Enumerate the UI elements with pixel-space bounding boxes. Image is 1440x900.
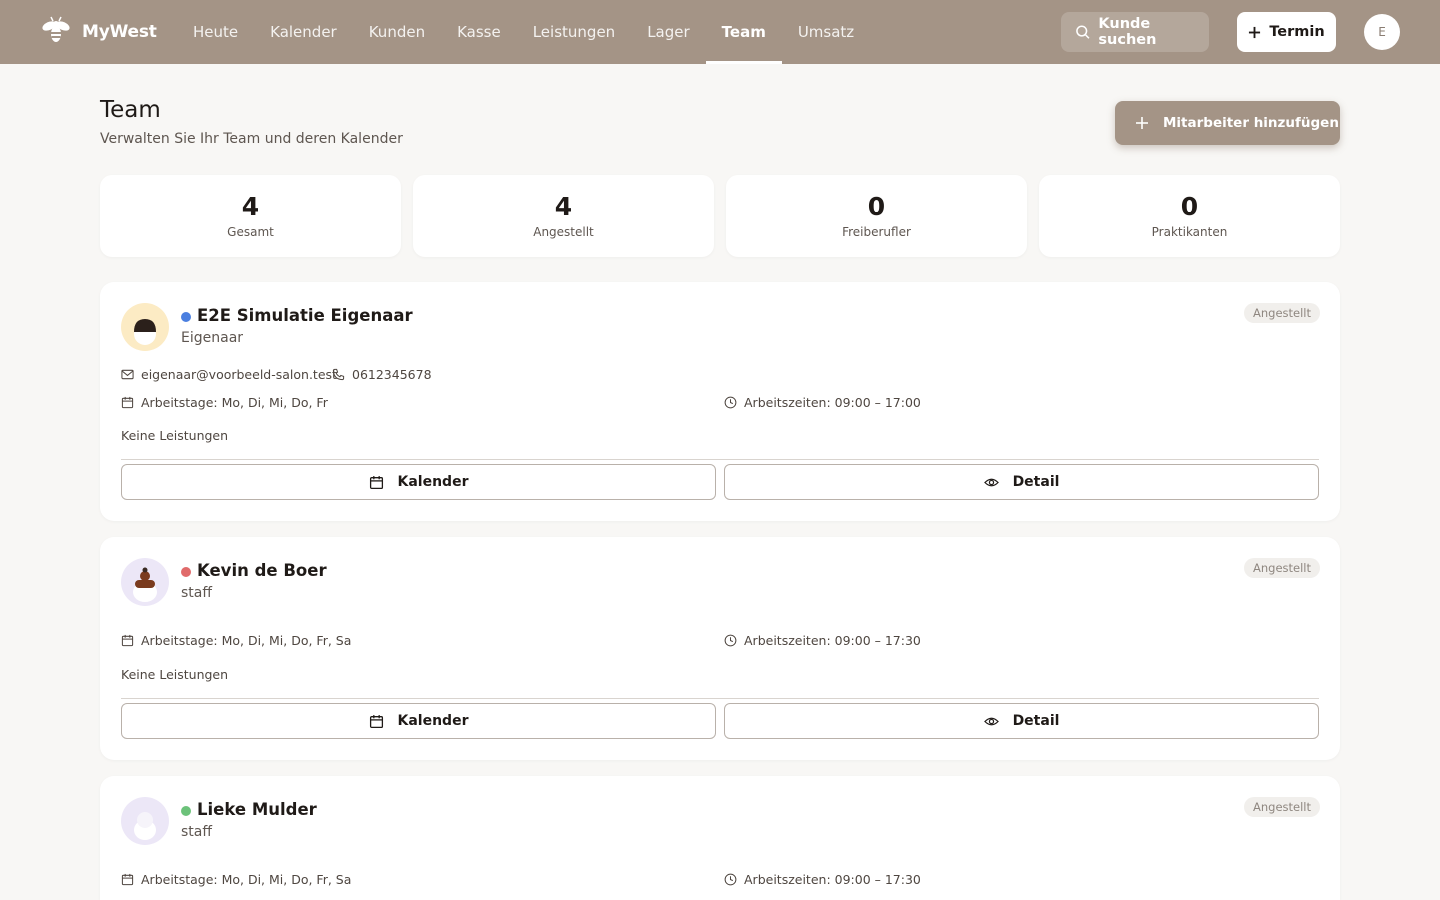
plus-icon xyxy=(1249,26,1261,38)
staff-workdays: Arbeitstage: Mo, Di, Mi, Do, Fr xyxy=(121,395,328,410)
staff-workdays: Arbeitstage: Mo, Di, Mi, Do, Fr, Sa xyxy=(121,633,351,648)
stat-label: Gesamt xyxy=(227,225,274,239)
clock-icon xyxy=(724,396,737,409)
staff-email[interactable]: eigenaar@voorbeeld-salon.test xyxy=(121,367,337,382)
staff-role: Eigenaar xyxy=(181,330,244,346)
eye-icon xyxy=(983,478,999,486)
nav-kunden[interactable]: Kunden xyxy=(353,0,441,64)
nav-umsatz[interactable]: Umsatz xyxy=(782,0,870,64)
customer-search-button[interactable]: Kunde suchen xyxy=(1061,12,1209,52)
hours-text: Arbeitszeiten: 09:00 – 17:00 xyxy=(744,395,921,410)
calendar-icon xyxy=(121,873,134,886)
calendar-button-label: Kalender xyxy=(397,474,469,490)
top-navigation-bar: MyWest Heute Kalender Kunden Kasse Leist… xyxy=(0,0,1440,64)
app-name: MyWest xyxy=(82,22,157,42)
staff-hours: Arbeitszeiten: 09:00 – 17:30 xyxy=(724,633,921,648)
user-avatar[interactable]: E xyxy=(1364,14,1400,50)
calendar-icon xyxy=(369,475,383,489)
mail-icon xyxy=(121,369,134,380)
calendar-button[interactable]: Kalender xyxy=(121,703,716,739)
nav-heute[interactable]: Heute xyxy=(177,0,254,64)
eye-icon xyxy=(983,717,999,725)
clock-icon xyxy=(724,634,737,647)
person-avatar-icon xyxy=(121,797,169,845)
staff-name: Lieke Mulder xyxy=(197,800,317,819)
status-dot xyxy=(181,312,191,322)
staff-workdays: Arbeitstage: Mo, Di, Mi, Do, Fr, Sa xyxy=(121,872,351,887)
stat-card-employed: 4 Angestellt xyxy=(413,175,714,257)
workdays-text: Arbeitstage: Mo, Di, Mi, Do, Fr, Sa xyxy=(141,872,352,887)
main-nav: Heute Kalender Kunden Kasse Leistungen L… xyxy=(177,0,870,64)
calendar-icon xyxy=(369,714,383,728)
nav-lager[interactable]: Lager xyxy=(631,0,705,64)
stat-card-total: 4 Gesamt xyxy=(100,175,401,257)
staff-role: staff xyxy=(181,585,213,601)
plus-icon xyxy=(1136,117,1148,129)
phone-text: 0612345678 xyxy=(352,367,432,382)
employment-badge: Angestellt xyxy=(1243,797,1320,817)
search-label: Kunde suchen xyxy=(1098,16,1157,48)
nav-kasse[interactable]: Kasse xyxy=(441,0,517,64)
hours-text: Arbeitszeiten: 09:00 – 17:30 xyxy=(744,872,921,887)
clock-icon xyxy=(724,873,737,886)
detail-button-label: Detail xyxy=(1012,713,1060,729)
calendar-icon xyxy=(121,634,134,647)
employment-badge: Angestellt xyxy=(1243,303,1320,323)
search-icon xyxy=(1076,25,1090,39)
page-title: Team xyxy=(100,97,161,123)
workdays-text: Arbeitstage: Mo, Di, Mi, Do, Fr xyxy=(141,395,328,410)
stat-value: 4 xyxy=(241,192,260,221)
staff-avatar[interactable] xyxy=(121,303,169,351)
person-avatar-icon xyxy=(121,558,169,606)
calendar-icon xyxy=(121,396,134,409)
staff-card: Kevin de Boer staff Angestellt Arbeitsta… xyxy=(100,537,1340,760)
stat-label: Praktikanten xyxy=(1151,225,1228,239)
nav-kalender[interactable]: Kalender xyxy=(254,0,353,64)
add-employee-button[interactable]: Mitarbeiter hinzufügen xyxy=(1115,101,1340,145)
calendar-button-label: Kalender xyxy=(397,713,469,729)
page-subtitle: Verwalten Sie Ihr Team und deren Kalende… xyxy=(100,131,403,147)
employment-badge: Angestellt xyxy=(1243,558,1320,578)
new-appointment-button[interactable]: Termin xyxy=(1237,12,1336,52)
detail-button[interactable]: Detail xyxy=(724,464,1319,500)
brand[interactable]: MyWest xyxy=(40,14,157,50)
stat-card-freelancer: 0 Freiberufler xyxy=(726,175,1027,257)
stat-label: Freiberufler xyxy=(842,225,911,239)
status-dot xyxy=(181,806,191,816)
divider xyxy=(121,698,1319,699)
staff-name: E2E Simulatie Eigenaar xyxy=(197,306,413,325)
services-text: Keine Leistungen xyxy=(121,428,229,443)
services-text: Keine Leistungen xyxy=(121,667,229,682)
staff-card: E2E Simulatie Eigenaar Eigenaar Angestel… xyxy=(100,282,1340,521)
detail-button[interactable]: Detail xyxy=(724,703,1319,739)
status-dot xyxy=(181,567,191,577)
new-appointment-label: Termin xyxy=(1269,24,1325,40)
staff-hours: Arbeitszeiten: 09:00 – 17:30 xyxy=(724,872,921,887)
divider xyxy=(121,459,1319,460)
staff-role: staff xyxy=(181,824,213,840)
email-text: eigenaar@voorbeeld-salon.test xyxy=(141,367,337,382)
workdays-text: Arbeitstage: Mo, Di, Mi, Do, Fr, Sa xyxy=(141,633,352,648)
phone-icon xyxy=(332,368,345,381)
staff-phone[interactable]: 0612345678 xyxy=(332,367,432,382)
add-employee-label: Mitarbeiter hinzufügen xyxy=(1163,115,1339,131)
nav-leistungen[interactable]: Leistungen xyxy=(517,0,631,64)
stat-label: Angestellt xyxy=(533,225,594,239)
stat-value: 4 xyxy=(554,192,573,221)
nav-team[interactable]: Team xyxy=(705,0,783,64)
stat-value: 0 xyxy=(1180,192,1199,221)
staff-hours: Arbeitszeiten: 09:00 – 17:00 xyxy=(724,395,921,410)
person-avatar-icon xyxy=(121,303,169,351)
staff-avatar[interactable] xyxy=(121,797,169,845)
stat-value: 0 xyxy=(867,192,886,221)
staff-name: Kevin de Boer xyxy=(197,561,327,580)
detail-button-label: Detail xyxy=(1012,474,1060,490)
stat-card-intern: 0 Praktikanten xyxy=(1039,175,1340,257)
bee-logo-icon xyxy=(42,16,70,42)
staff-avatar[interactable] xyxy=(121,558,169,606)
hours-text: Arbeitszeiten: 09:00 – 17:30 xyxy=(744,633,921,648)
calendar-button[interactable]: Kalender xyxy=(121,464,716,500)
staff-card: Lieke Mulder staff Angestellt Arbeitstag… xyxy=(100,776,1340,900)
